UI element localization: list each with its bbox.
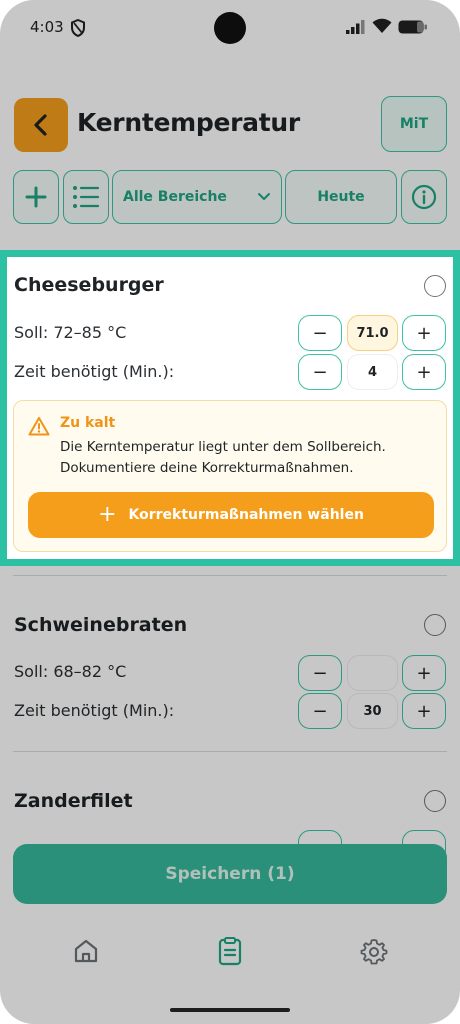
info-icon [411, 184, 437, 210]
date-filter-button[interactable]: Heute [285, 170, 397, 224]
status-time: 4:03 [30, 18, 64, 36]
chevron-down-icon [258, 193, 270, 200]
item-select-radio[interactable] [424, 614, 446, 636]
area-select[interactable]: Alle Bereiche [112, 170, 282, 224]
warning-triangle-icon [28, 417, 50, 436]
time-input[interactable]: 30 [347, 693, 398, 729]
chevron-left-icon [34, 114, 47, 136]
clipboard-icon [218, 937, 242, 966]
divider [13, 575, 447, 576]
list-icon [73, 186, 100, 208]
signal-icon [346, 20, 365, 34]
info-button[interactable] [401, 170, 447, 224]
item-title: Zanderfilet [14, 790, 133, 812]
item-title: Schweinebraten [14, 614, 188, 636]
temperature-decrease-button[interactable]: − [298, 315, 342, 351]
temperature-increase-button[interactable]: + [402, 315, 446, 351]
item-title: Cheeseburger [14, 274, 164, 296]
plus-icon [25, 186, 47, 208]
save-button[interactable]: Speichern (1) [13, 844, 447, 904]
bottom-navigation [0, 922, 460, 982]
time-decrease-button[interactable]: − [298, 693, 342, 729]
divider [13, 751, 447, 752]
home-icon [74, 939, 98, 963]
status-bar: 4:03 [0, 0, 460, 58]
filter-toolbar: Alle Bereiche Heute [0, 170, 460, 224]
target-range-label: Soll: 72–85 °C [14, 323, 127, 342]
item-select-radio[interactable] [424, 790, 446, 812]
choose-corrective-actions-button[interactable]: + Korrekturmaßnahmen wählen [28, 492, 434, 538]
home-indicator [170, 1008, 290, 1012]
plus-icon: + [98, 502, 117, 527]
time-decrease-button[interactable]: − [298, 354, 342, 390]
temperature-decrease-button[interactable]: − [298, 655, 342, 691]
time-increase-button[interactable]: + [402, 354, 446, 390]
warning-box: Zu kalt Die Kerntemperatur liegt unter d… [13, 400, 447, 552]
warning-title: Zu kalt [60, 415, 116, 431]
nav-home[interactable] [69, 934, 103, 968]
nav-checklist[interactable] [213, 934, 247, 968]
app-header: Kerntemperatur MiT [0, 96, 460, 152]
battery-icon [398, 20, 427, 34]
warning-message-line: Die Kerntemperatur liegt unter dem Sollb… [60, 439, 386, 455]
time-required-label: Zeit benötigt (Min.): [14, 701, 175, 720]
temperature-input[interactable] [347, 655, 398, 691]
choose-corrective-actions-label: Korrekturmaßnahmen wählen [128, 507, 364, 523]
time-increase-button[interactable]: + [402, 693, 446, 729]
nav-settings[interactable] [357, 934, 391, 968]
mit-button[interactable]: MiT [381, 96, 447, 152]
warning-message-line: Dokumentiere deine Korrekturmaßnahmen. [60, 460, 354, 476]
temperature-increase-button[interactable]: + [402, 655, 446, 691]
time-input[interactable]: 4 [347, 354, 398, 390]
area-select-value: Alle Bereiche [123, 189, 227, 205]
time-required-label: Zeit benötigt (Min.): [14, 362, 175, 381]
back-button[interactable] [14, 98, 68, 152]
camera-cutout [214, 12, 246, 44]
shield-icon [71, 19, 85, 37]
page-title: Kerntemperatur [77, 108, 300, 137]
wifi-icon [372, 18, 392, 33]
list-view-button[interactable] [63, 170, 109, 224]
target-range-label: Soll: 68–82 °C [14, 662, 127, 681]
temperature-input[interactable]: 71.0 [347, 315, 398, 351]
app-screen: 4:03 Kerntemperatur MiT Alle Bereiche He… [0, 0, 460, 1024]
gear-icon [360, 939, 388, 965]
warning-message: Die Kerntemperatur liegt unter dem Sollb… [60, 437, 440, 479]
add-button[interactable] [13, 170, 59, 224]
item-select-radio[interactable] [424, 275, 446, 297]
